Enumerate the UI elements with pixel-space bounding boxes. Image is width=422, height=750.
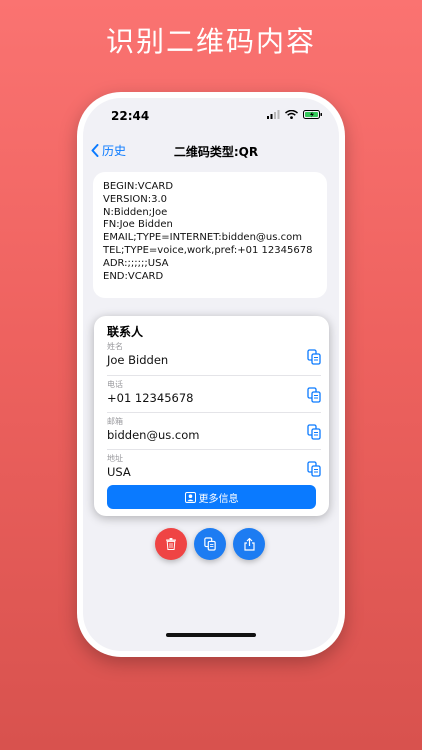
more-info-label: 更多信息 — [198, 493, 239, 505]
status-bar: 22:44 — [83, 98, 339, 134]
field-label: 地址 — [107, 454, 123, 463]
delete-button[interactable] — [155, 528, 187, 560]
share-icon — [243, 537, 255, 551]
raw-content-text[interactable]: BEGIN:VCARD VERSION:3.0 N:Bidden;Joe FN:… — [103, 181, 312, 283]
copy-all-button[interactable] — [194, 528, 226, 560]
field-value: Joe Bidden — [107, 353, 169, 367]
more-info-button[interactable]: 更多信息 — [107, 485, 316, 509]
copy-icon[interactable] — [307, 461, 321, 477]
copy-icon[interactable] — [307, 387, 321, 403]
field-value: USA — [107, 465, 131, 479]
status-time: 22:44 — [111, 109, 150, 123]
page-title: 二维码类型:QR — [173, 145, 259, 159]
raw-content-card: BEGIN:VCARD VERSION:3.0 N:Bidden;Joe FN:… — [93, 172, 327, 298]
field-label: 姓名 — [107, 342, 123, 351]
phone-frame: 22:44 历史 二维码类型:QR BEGIN:VCARD VERSION:3.… — [77, 92, 345, 657]
field-label: 电话 — [107, 380, 123, 389]
signal-icon — [267, 110, 280, 119]
trash-icon — [166, 538, 176, 550]
copy-icon — [204, 537, 216, 551]
field-value: +01 12345678 — [107, 391, 194, 405]
share-button[interactable] — [233, 528, 265, 560]
field-value: bidden@us.com — [107, 428, 200, 442]
field-row-email: 邮箱 bidden@us.com — [107, 412, 321, 449]
navigation-bar: 历史 二维码类型:QR — [83, 134, 339, 166]
contact-card-icon — [184, 491, 196, 503]
field-row-name: 姓名 Joe Bidden — [107, 338, 321, 374]
copy-icon[interactable] — [307, 424, 321, 440]
field-row-phone: 电话 +01 12345678 — [107, 375, 321, 412]
wifi-icon — [285, 110, 298, 119]
field-label: 邮箱 — [107, 417, 123, 426]
battery-icon — [303, 110, 322, 119]
copy-icon[interactable] — [307, 349, 321, 365]
contact-card: 联系人 姓名 Joe Bidden 电话 +01 12345678 邮箱 bid… — [94, 316, 329, 516]
app-screen: 22:44 历史 二维码类型:QR BEGIN:VCARD VERSION:3.… — [83, 98, 339, 651]
home-indicator — [166, 633, 256, 637]
promo-headline: 识别二维码内容 — [105, 25, 316, 58]
field-row-address: 地址 USA — [107, 449, 321, 486]
status-icons — [267, 110, 323, 119]
